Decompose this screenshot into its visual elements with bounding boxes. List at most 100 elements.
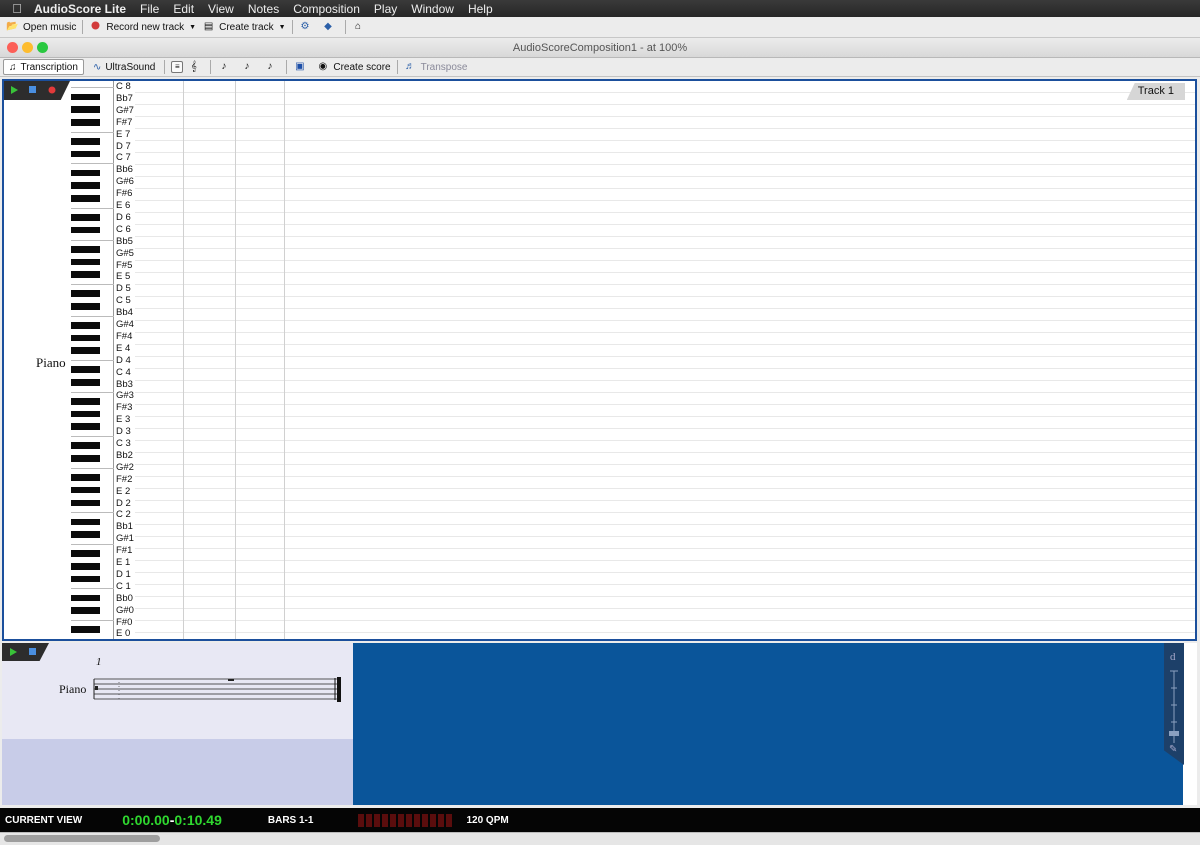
- tab-ultrasound[interactable]: ∿ UltraSound: [87, 59, 161, 75]
- menu-view[interactable]: View: [208, 2, 234, 16]
- record-new-track-button[interactable]: Record new track ▼: [89, 21, 196, 33]
- black-key[interactable]: [71, 562, 100, 570]
- apple-icon[interactable]: : [0, 1, 34, 16]
- create-score-button[interactable]: ◉ Create score: [316, 61, 390, 73]
- note-label: G#7: [116, 104, 134, 116]
- black-key[interactable]: [71, 499, 100, 507]
- black-key[interactable]: [71, 423, 100, 431]
- level-segment: [398, 813, 405, 827]
- beat-line: [183, 81, 184, 639]
- black-key[interactable]: [71, 486, 100, 494]
- white-key-divider: [71, 283, 114, 285]
- black-key[interactable]: [71, 334, 100, 342]
- black-key[interactable]: [71, 366, 100, 373]
- home-button[interactable]: ⌂: [352, 21, 369, 33]
- note-label: E 0: [116, 628, 131, 640]
- menu-composition[interactable]: Composition: [293, 2, 360, 16]
- black-key[interactable]: [71, 258, 100, 266]
- chevron-down-icon[interactable]: ▼: [279, 24, 286, 31]
- settings-button[interactable]: ⚙: [299, 21, 316, 33]
- note-label: Bb5: [116, 235, 133, 247]
- white-key-divider: [71, 436, 114, 438]
- black-key[interactable]: [71, 302, 100, 310]
- menu-window[interactable]: Window: [411, 2, 454, 16]
- black-key[interactable]: [71, 347, 100, 354]
- black-key[interactable]: [71, 410, 100, 418]
- chevron-down-icon[interactable]: ▼: [189, 24, 196, 31]
- black-key[interactable]: [71, 106, 100, 113]
- play-icon[interactable]: [9, 648, 17, 656]
- staff[interactable]: [92, 677, 344, 705]
- open-music-button[interactable]: 📂 Open music: [6, 21, 76, 33]
- menu-help[interactable]: Help: [468, 2, 493, 16]
- clef-button[interactable]: 𝄞: [187, 61, 204, 73]
- black-key[interactable]: [71, 550, 100, 557]
- black-key[interactable]: [71, 531, 100, 538]
- black-key[interactable]: [71, 271, 100, 278]
- note-label: C 4: [116, 366, 131, 378]
- note-label: F#4: [116, 330, 133, 342]
- time-start: 0:00.00: [122, 812, 170, 828]
- black-key[interactable]: [71, 379, 100, 386]
- quantize-3-button[interactable]: ♪: [263, 61, 280, 73]
- zoom-window-button[interactable]: [37, 42, 48, 53]
- instrument-name: Piano: [36, 355, 66, 370]
- menu-play[interactable]: Play: [374, 2, 397, 16]
- stop-icon[interactable]: [29, 86, 37, 94]
- track-label-tab[interactable]: Track 1: [1126, 83, 1185, 100]
- help-book-button[interactable]: ◆: [322, 21, 339, 33]
- score-overview-panel[interactable]: [353, 643, 1183, 805]
- list-view-icon[interactable]: ≡: [171, 61, 184, 73]
- app-toolbar: 📂 Open music Record new track ▼ ▤ Create…: [0, 17, 1200, 38]
- menu-file[interactable]: File: [140, 2, 159, 16]
- minimize-window-button[interactable]: [22, 42, 33, 53]
- quantize-1-button[interactable]: ♪: [217, 61, 234, 73]
- black-key[interactable]: [71, 594, 100, 602]
- white-key-divider: [71, 163, 114, 165]
- black-key[interactable]: [71, 93, 100, 101]
- create-track-label: Create track: [219, 21, 274, 33]
- black-key[interactable]: [71, 575, 100, 583]
- transpose-button[interactable]: ♬ Transpose: [404, 61, 467, 73]
- black-key[interactable]: [71, 195, 100, 202]
- play-icon[interactable]: [10, 86, 18, 94]
- black-key[interactable]: [71, 214, 100, 221]
- level-segment: [366, 813, 373, 827]
- black-key[interactable]: [71, 474, 100, 481]
- black-key[interactable]: [71, 398, 100, 405]
- piano-keyboard[interactable]: [71, 81, 114, 639]
- quantize-icon: ♪: [267, 61, 273, 72]
- level-segment: [446, 813, 453, 827]
- tab-transcription[interactable]: ♫ Transcription: [3, 59, 84, 75]
- black-key[interactable]: [71, 150, 100, 158]
- save-button[interactable]: ▣: [293, 61, 310, 73]
- black-key[interactable]: [71, 442, 100, 450]
- horizontal-scrollbar[interactable]: [0, 832, 1200, 845]
- stop-icon[interactable]: [29, 648, 37, 656]
- black-key[interactable]: [71, 518, 100, 526]
- black-key[interactable]: [71, 245, 100, 253]
- black-key[interactable]: [71, 455, 100, 462]
- black-key[interactable]: [71, 169, 100, 177]
- menu-app-name[interactable]: AudioScore Lite: [34, 2, 126, 16]
- black-key[interactable]: [71, 119, 100, 126]
- score-instrument-name: Piano: [59, 682, 87, 696]
- zoom-slider[interactable]: d ✎: [1164, 643, 1184, 765]
- close-window-button[interactable]: [7, 42, 18, 53]
- menu-notes[interactable]: Notes: [248, 2, 279, 16]
- quantize-2-button[interactable]: ♪: [240, 61, 257, 73]
- create-track-button[interactable]: ▤ Create track ▼: [202, 21, 286, 33]
- menu-edit[interactable]: Edit: [173, 2, 194, 16]
- black-key[interactable]: [71, 226, 100, 234]
- black-key[interactable]: [71, 321, 100, 329]
- black-key[interactable]: [71, 138, 100, 145]
- open-music-label: Open music: [23, 21, 77, 33]
- scrollbar-thumb[interactable]: [4, 835, 160, 842]
- black-key[interactable]: [71, 626, 100, 633]
- black-key[interactable]: [71, 290, 100, 297]
- slider-thumb[interactable]: [1169, 731, 1179, 736]
- black-key[interactable]: [71, 182, 100, 190]
- black-key[interactable]: [71, 607, 100, 614]
- record-icon[interactable]: [48, 86, 56, 94]
- piano-roll-grid[interactable]: [135, 81, 1195, 639]
